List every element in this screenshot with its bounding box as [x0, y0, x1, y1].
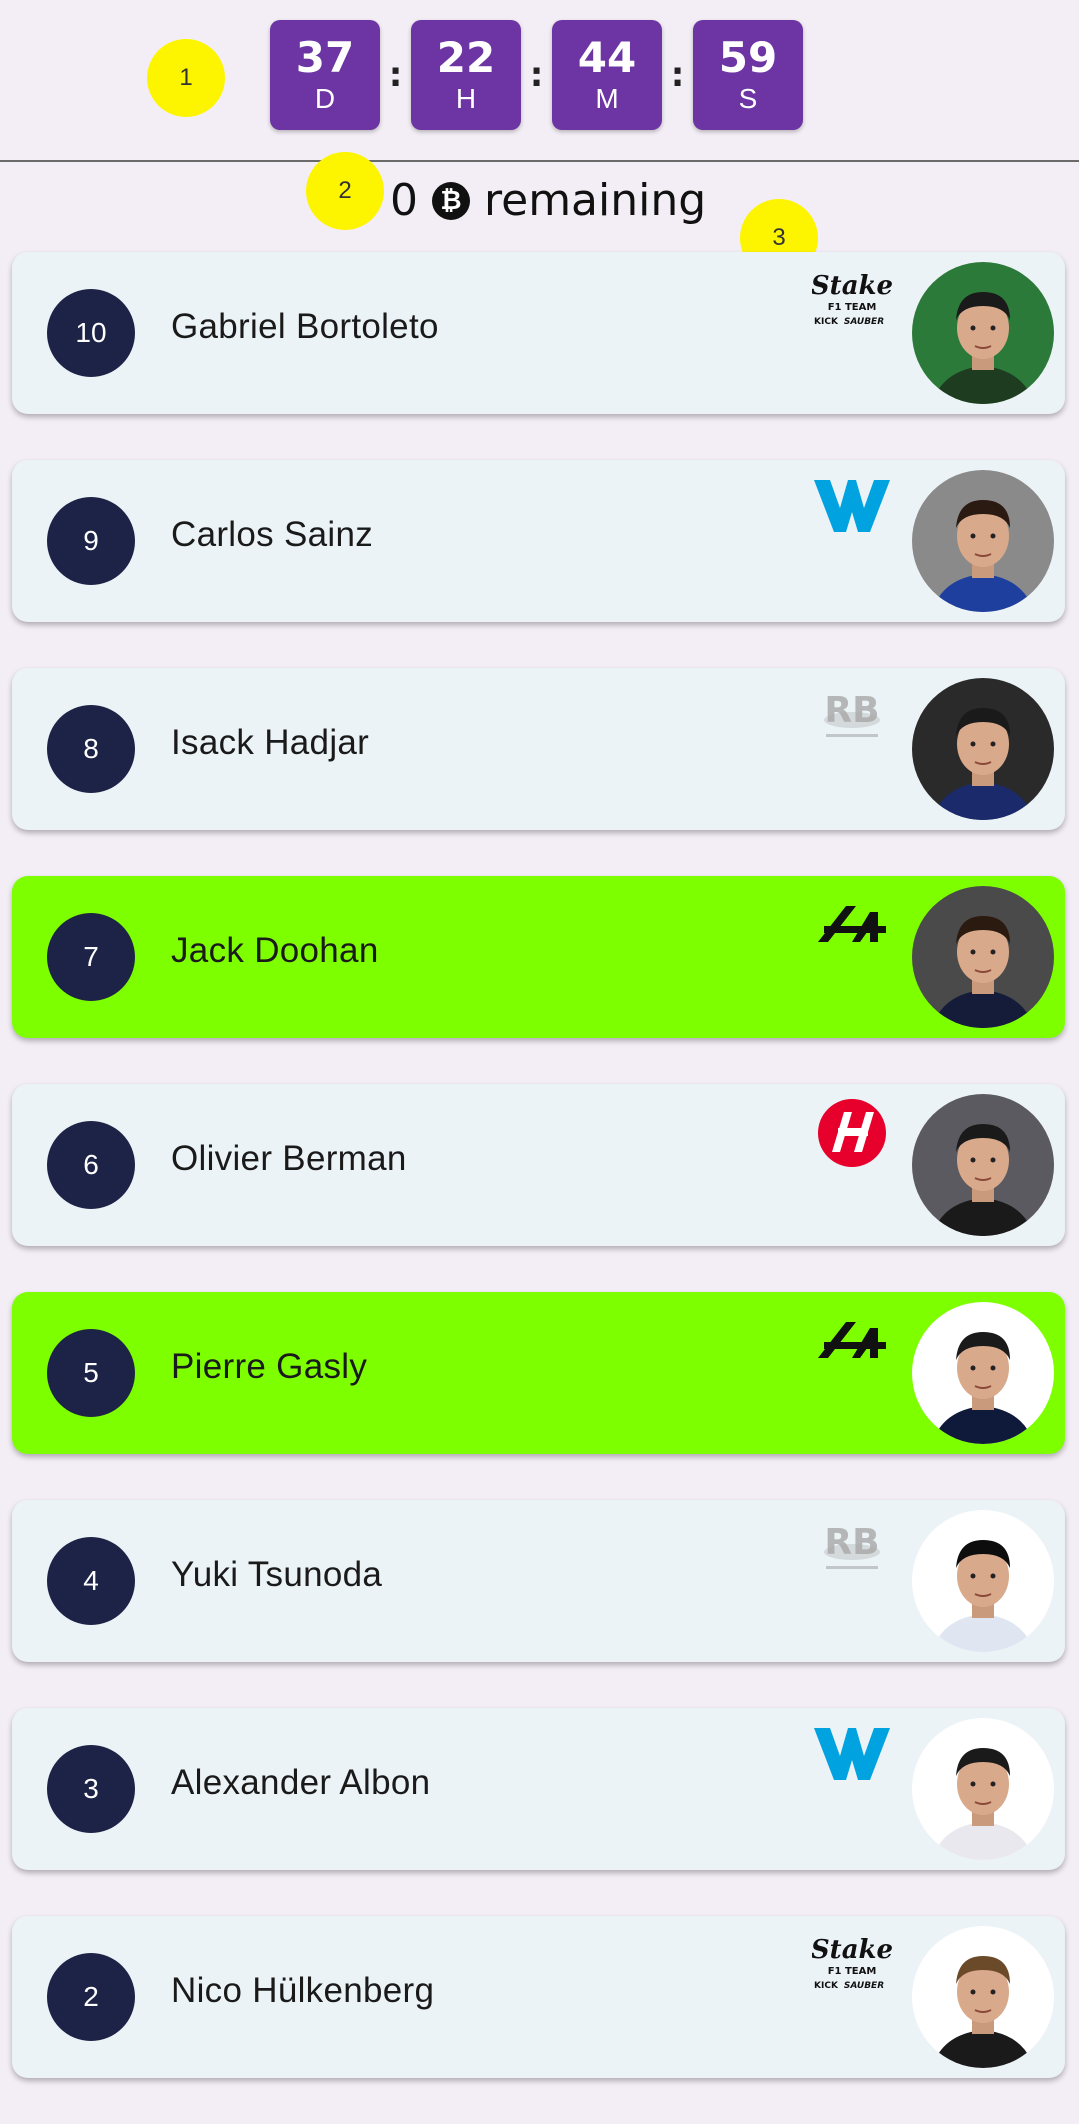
countdown-days-unit: D: [314, 83, 336, 114]
countdown-separator: :: [529, 55, 544, 95]
haas-logo-icon: [812, 1098, 892, 1168]
balance-label: remaining: [484, 175, 707, 226]
position-badge: 3: [47, 1745, 135, 1833]
countdown-seconds-unit: S: [738, 83, 758, 114]
williams-logo-icon: [812, 1722, 892, 1792]
annotation-marker-2: 2: [306, 152, 384, 230]
driver-card-3[interactable]: 3 Alexander Albon: [12, 1708, 1065, 1870]
stake-sauber: SAUBER: [844, 1981, 884, 1991]
williams-logo-icon: [812, 474, 892, 544]
driver-name: Olivier Berman: [171, 1139, 407, 1178]
driver-name: Gabriel Bortoleto: [171, 307, 439, 346]
driver-avatar: [912, 470, 1054, 612]
position-badge: 2: [47, 1953, 135, 2041]
driver-card-4[interactable]: 4 Yuki Tsunoda RB: [12, 1500, 1065, 1662]
driver-card-7[interactable]: 7 Jack Doohan: [12, 876, 1065, 1038]
driver-avatar: [912, 1510, 1054, 1652]
driver-card-5[interactable]: 5 Pierre Gasly: [12, 1292, 1065, 1454]
countdown-minutes-unit: M: [595, 83, 619, 114]
position-badge: 9: [47, 497, 135, 585]
balance-amount: 0: [390, 175, 418, 226]
driver-avatar: [912, 1926, 1054, 2068]
stake-sub: F1 TEAM: [828, 1966, 877, 1977]
stake-kick: KICK: [814, 1981, 839, 1991]
position-badge: 4: [47, 1537, 135, 1625]
alpine-logo-icon: [812, 890, 892, 960]
countdown-days-value: 37: [295, 33, 355, 82]
annotation-marker-1: 1: [147, 39, 225, 117]
alpine-logo-icon: [812, 1306, 892, 1376]
countdown-minutes-value: 44: [577, 33, 637, 82]
driver-name: Nico Hülkenberg: [171, 1971, 435, 2010]
position-badge: 8: [47, 705, 135, 793]
driver-list: 10 Gabriel Bortoleto Stake F1 TEAM KICK SAU…: [12, 252, 1065, 2124]
position-badge: 6: [47, 1121, 135, 1209]
racing-bulls-logo-icon: RB: [812, 682, 892, 752]
countdown-hours-unit: H: [455, 83, 477, 114]
bitcoin-icon: ₿: [432, 181, 470, 220]
countdown-separator: :: [388, 55, 403, 95]
countdown-seconds-value: 59: [718, 33, 778, 82]
position-badge: 7: [47, 913, 135, 1001]
countdown-separator: :: [670, 55, 685, 95]
driver-name: Isack Hadjar: [171, 723, 370, 762]
driver-avatar: [912, 1302, 1054, 1444]
driver-card-2[interactable]: 2 Nico Hülkenberg Stake F1 TEAM KICK SAUBER: [12, 1916, 1065, 2078]
driver-name: Alexander Albon: [171, 1763, 431, 1802]
position-badge: 10: [47, 289, 135, 377]
driver-card-8[interactable]: 8 Isack Hadjar RB: [12, 668, 1065, 830]
countdown-seconds: 59 S: [693, 20, 803, 130]
stake-brand: Stake: [812, 271, 892, 301]
driver-card-6[interactable]: 6 Olivier Berman: [12, 1084, 1065, 1246]
stake-brand: Stake: [812, 1935, 892, 1965]
driver-avatar: [912, 1094, 1054, 1236]
countdown-days: 37 D: [270, 20, 380, 130]
countdown-hours: 22 H: [411, 20, 521, 130]
driver-card-9[interactable]: 9 Carlos Sainz: [12, 460, 1065, 622]
driver-name: Yuki Tsunoda: [171, 1555, 383, 1594]
balance-remaining: 0 ₿ remaining: [390, 175, 706, 226]
driver-card-10[interactable]: 10 Gabriel Bortoleto Stake F1 TEAM KICK SAU…: [12, 252, 1065, 414]
stake-sub: F1 TEAM: [828, 302, 877, 313]
stake-sauber-logo-icon: Stake F1 TEAM KICK SAUBER: [811, 266, 893, 336]
driver-avatar: [912, 886, 1054, 1028]
countdown-timer: 37 D : 22 H : 44 M : 59 S: [270, 20, 803, 130]
header-divider: [0, 160, 1079, 162]
racing-bulls-logo-icon: RB: [812, 1514, 892, 1584]
driver-name: Pierre Gasly: [171, 1347, 368, 1386]
stake-sauber: SAUBER: [844, 317, 884, 327]
driver-avatar: [912, 678, 1054, 820]
position-badge: 5: [47, 1329, 135, 1417]
stake-kick: KICK: [814, 317, 839, 327]
stake-sauber-logo-icon: Stake F1 TEAM KICK SAUBER: [811, 1930, 893, 2000]
driver-name: Carlos Sainz: [171, 515, 374, 554]
driver-name: Jack Doohan: [171, 931, 379, 970]
driver-avatar: [912, 262, 1054, 404]
countdown-minutes: 44 M: [552, 20, 662, 130]
driver-avatar: [912, 1718, 1054, 1860]
countdown-hours-value: 22: [436, 33, 496, 82]
